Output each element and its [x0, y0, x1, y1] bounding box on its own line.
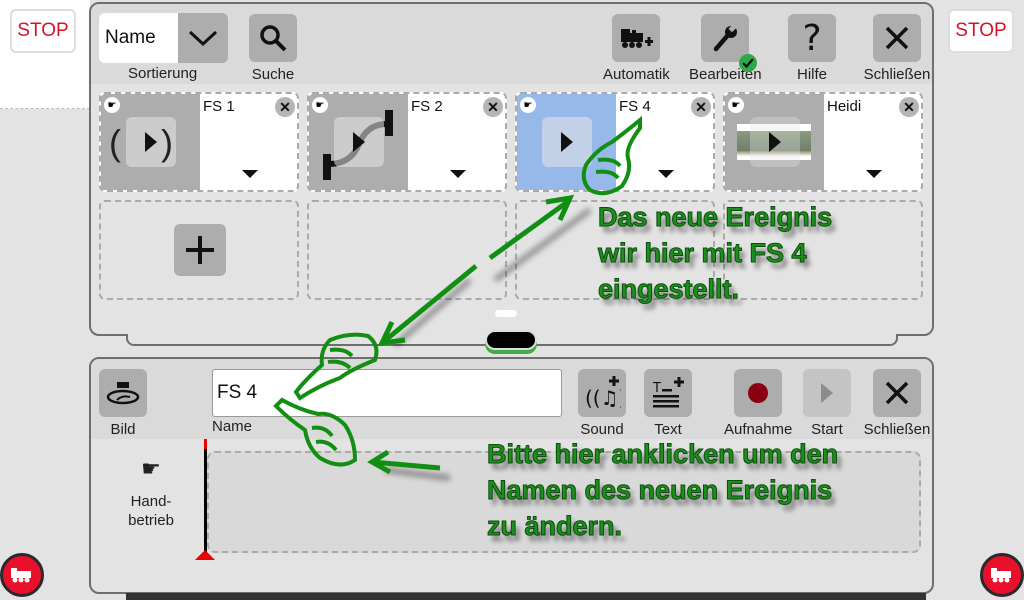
play-icon	[768, 132, 781, 152]
expand-icon[interactable]	[450, 170, 466, 178]
note1-line: eingestellt.	[597, 274, 740, 305]
timeline-cursor-handle[interactable]	[195, 550, 215, 560]
search-label: Suche	[251, 66, 295, 83]
add-text-icon: T	[652, 377, 684, 408]
chevron-down-icon[interactable]	[178, 13, 228, 63]
event-card[interactable]: ☛ FS 2 ✕	[307, 92, 507, 192]
note2-line: Namen des neuen Ereignis	[486, 475, 833, 506]
event-card[interactable]: () ☛ FS 1 ✕	[99, 92, 299, 192]
locomotive-button-right[interactable]	[980, 553, 1024, 597]
bottom-edge	[126, 593, 926, 600]
hand-icon: ☛	[520, 97, 536, 113]
note1-line: Das neue Ereignis	[597, 202, 833, 233]
close-icon	[885, 381, 909, 405]
editor-toolbar: Bild FS 4 Name ((♫)) Sound T Text Aufnah…	[91, 359, 932, 439]
expand-icon[interactable]	[242, 170, 258, 178]
close-library-button[interactable]: Schließen	[863, 14, 931, 83]
sort-select[interactable]: Name	[99, 13, 228, 63]
delete-event-button[interactable]: ✕	[275, 97, 295, 117]
manual-label-line1: Hand-	[130, 493, 172, 510]
event-card-selected[interactable]: ☛ FS 4 ✕	[515, 92, 715, 192]
note2-line: Bitte hier anklicken um den	[486, 439, 839, 470]
close-editor-label: Schließen	[863, 421, 931, 438]
search-icon	[260, 25, 287, 52]
plus-icon	[186, 236, 214, 264]
drawer-handle[interactable]	[485, 330, 537, 350]
drawer-indicator	[495, 310, 517, 317]
help-button[interactable]: ? Hilfe	[788, 14, 836, 83]
library-toolbar: Name Sortierung Suche Automatik Bearbeit…	[91, 4, 932, 84]
expand-icon[interactable]	[658, 170, 674, 178]
play-icon	[352, 132, 365, 152]
image-loco-icon	[106, 382, 140, 405]
image-button[interactable]: Bild	[99, 369, 147, 438]
hand-icon: ☛	[728, 97, 744, 113]
delete-event-button[interactable]: ✕	[691, 97, 711, 117]
event-name: Heidi	[827, 98, 862, 115]
help-label: Hilfe	[796, 66, 827, 83]
locomotive-icon	[621, 29, 654, 48]
expand-icon[interactable]	[866, 170, 882, 178]
add-sound-button[interactable]: ((♫)) Sound	[578, 369, 626, 438]
edit-button[interactable]: Bearbeiten	[689, 14, 762, 83]
add-event-slot[interactable]	[99, 200, 299, 300]
wrench-icon	[714, 24, 738, 52]
empty-event-slot	[307, 200, 507, 300]
svg-text:T: T	[652, 381, 661, 396]
stop-button-right[interactable]: STOP	[948, 9, 1014, 53]
record-icon	[748, 383, 769, 403]
timeline-cursor-top	[204, 439, 207, 449]
svg-text:((♫)): ((♫))	[585, 386, 621, 410]
stop-button-left[interactable]: STOP	[10, 9, 76, 53]
event-name: FS 2	[411, 98, 443, 115]
annotation-note-1: Das neue Ereignis wir hier mit FS 4 eing…	[597, 199, 833, 307]
manual-mode-button[interactable]: ☛ Hand- betrieb	[109, 456, 193, 530]
event-name-input[interactable]: FS 4	[212, 369, 562, 417]
hand-icon: ☛	[312, 97, 328, 113]
question-icon: ?	[802, 17, 822, 59]
add-event-button[interactable]	[174, 224, 226, 276]
note2-line: zu ändern.	[486, 511, 623, 542]
record-button[interactable]: Aufnahme	[724, 369, 792, 438]
manual-label-line2: betrieb	[128, 512, 174, 529]
image-label: Bild	[110, 421, 136, 438]
search-button[interactable]: Suche	[249, 14, 297, 83]
annotation-note-2: Bitte hier anklicken um den Namen des ne…	[486, 436, 839, 544]
automatic-button[interactable]: Automatik	[603, 14, 670, 83]
delete-event-button[interactable]: ✕	[899, 97, 919, 117]
hand-icon: ☛	[104, 97, 120, 113]
event-name: FS 4	[619, 98, 651, 115]
event-name: FS 1	[203, 98, 235, 115]
name-label: Name	[212, 418, 253, 435]
note1-line: wir hier mit FS 4	[597, 238, 807, 269]
add-text-button[interactable]: T Text	[644, 369, 692, 438]
locomotive-button-left[interactable]	[0, 553, 44, 597]
sort-label: Sortierung	[128, 65, 198, 82]
add-sound-icon: ((♫))	[585, 376, 621, 410]
locomotive-icon	[991, 568, 1011, 583]
delete-event-button[interactable]: ✕	[483, 97, 503, 117]
close-library-label: Schließen	[863, 66, 931, 83]
timeline-cursor[interactable]	[204, 439, 207, 557]
start-button[interactable]: Start	[803, 369, 851, 438]
locomotive-icon	[11, 568, 31, 583]
hand-pointer-icon: ☛	[141, 456, 161, 481]
automatic-label: Automatik	[603, 66, 670, 83]
close-icon	[885, 26, 909, 50]
close-editor-button[interactable]: Schließen	[863, 369, 931, 438]
play-icon	[821, 383, 833, 403]
sort-value: Name	[99, 13, 178, 63]
play-icon	[560, 132, 573, 152]
event-card[interactable]: ☛ Heidi ✕	[723, 92, 923, 192]
sound-icon: ()	[109, 122, 213, 163]
